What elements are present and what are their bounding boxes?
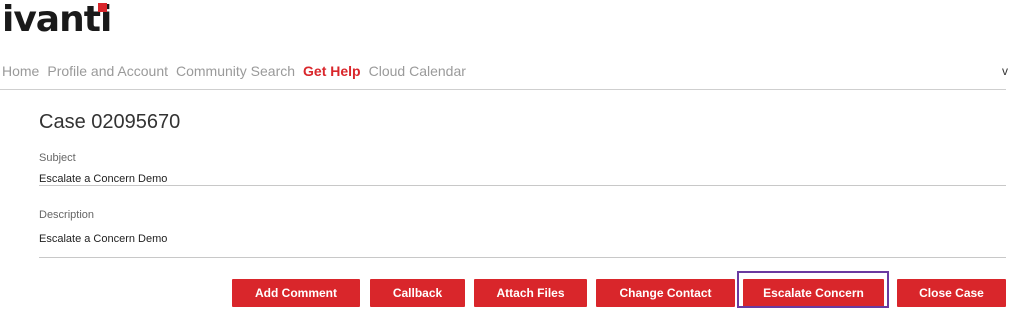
add-comment-button[interactable]: Add Comment — [232, 279, 360, 307]
change-contact-button[interactable]: Change Contact — [596, 279, 735, 307]
nav-item-community-search[interactable]: Community Search — [176, 63, 295, 79]
subject-label: Subject — [39, 152, 76, 164]
ivanti-logo[interactable]: ivanti — [2, 0, 112, 44]
nav-item-home[interactable]: Home — [2, 63, 39, 79]
callback-button[interactable]: Callback — [370, 279, 465, 307]
nav-item-get-help[interactable]: Get Help — [303, 63, 361, 79]
case-title: Case 02095670 — [39, 111, 181, 133]
description-divider — [39, 257, 1006, 258]
subject-divider — [39, 185, 1006, 186]
logo-text: ivanti — [2, 0, 112, 40]
subject-value: Escalate a Concern Demo — [39, 173, 168, 185]
attach-files-button[interactable]: Attach Files — [474, 279, 587, 307]
nav-item-cloud-calendar[interactable]: Cloud Calendar — [369, 63, 466, 79]
logo-mark-icon — [98, 3, 107, 12]
nav-overflow-glyph[interactable]: v — [1002, 64, 1008, 78]
escalate-concern-highlight — [737, 271, 889, 308]
close-case-button[interactable]: Close Case — [897, 279, 1006, 307]
nav-item-profile-and-account[interactable]: Profile and Account — [47, 63, 168, 79]
description-value: Escalate a Concern Demo — [39, 233, 168, 245]
description-label: Description — [39, 209, 95, 221]
nav-divider — [0, 89, 1006, 90]
main-navigation: Home Profile and Account Community Searc… — [0, 60, 474, 82]
